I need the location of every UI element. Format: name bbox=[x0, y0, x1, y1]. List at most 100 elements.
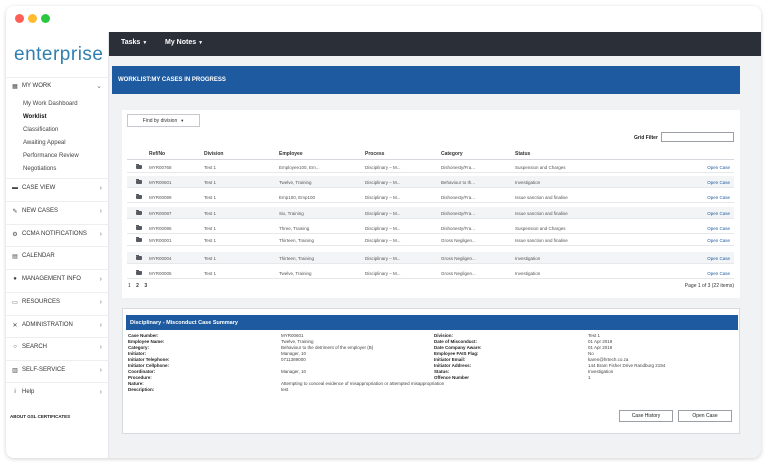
sidebar-group-my-work[interactable]: ▦ MY WORK ⌄ bbox=[6, 77, 109, 95]
tasks-menu[interactable]: Tasks ▼ bbox=[121, 39, 147, 46]
page-link-3[interactable]: 3 bbox=[144, 283, 147, 289]
sidebar-group-search[interactable]: ○ SEARCH › bbox=[6, 338, 109, 356]
summary-field-label: Date Company Aware: bbox=[434, 345, 482, 350]
cell-status: Issue sanction and finalise bbox=[515, 211, 568, 216]
caret-down-icon: ▼ bbox=[198, 40, 204, 46]
column-header-ref[interactable]: Ref/No bbox=[149, 151, 165, 157]
cell-category: Gross Negligen... bbox=[441, 271, 476, 276]
sidebar-item-performance-review[interactable]: Performance Review bbox=[23, 153, 79, 159]
table-header: Ref/No Division Employee Process Categor… bbox=[127, 147, 734, 160]
summary-field-label: Date of Misconduct: bbox=[434, 339, 478, 344]
cell-process: Disciplinary – M... bbox=[365, 226, 401, 231]
cell-status: Issue sanction and finalise bbox=[515, 195, 568, 200]
sidebar-group-case-view[interactable]: ▬ CASE VIEW › bbox=[6, 179, 109, 197]
sidebar-group-label: MANAGEMENT INFO bbox=[22, 276, 81, 282]
cell-process: Disciplinary – M... bbox=[365, 256, 401, 261]
chevron-right-icon: › bbox=[99, 343, 102, 351]
sidebar-item-worklist[interactable]: Worklist bbox=[23, 114, 47, 120]
grid-filter-input[interactable] bbox=[661, 132, 734, 142]
app-logo[interactable]: enterprise bbox=[14, 44, 104, 66]
sidebar-group-management-info[interactable]: ● MANAGEMENT INFO › bbox=[6, 270, 109, 288]
chevron-down-icon: ⌄ bbox=[96, 83, 102, 90]
open-case-link[interactable]: Open Case bbox=[707, 226, 730, 231]
open-case-link[interactable]: Open Case bbox=[707, 238, 730, 243]
cell-process: Disciplinary – M... bbox=[365, 180, 401, 185]
chevron-right-icon: › bbox=[99, 388, 102, 396]
column-header-process[interactable]: Process bbox=[365, 151, 384, 157]
sidebar-group-label: SELF-SERVICE bbox=[22, 367, 66, 373]
sidebar: enterprise ▦ MY WORK ⌄ My Work Dashboard… bbox=[6, 32, 109, 458]
sidebar-group-new-cases[interactable]: ✎ NEW CASES › bbox=[6, 202, 109, 220]
summary-field-value: 1 bbox=[588, 375, 591, 380]
table-row[interactable]: MYR00004 Test 1 Thirteen, Training Discipli… bbox=[127, 252, 734, 264]
sidebar-group-resources[interactable]: ▭ RESOURCES › bbox=[6, 293, 109, 311]
minimize-window-icon[interactable] bbox=[28, 14, 37, 23]
case-history-button[interactable]: Case History bbox=[619, 410, 673, 422]
sidebar-item-classification[interactable]: Classification bbox=[23, 127, 58, 133]
table-row[interactable]: MYR00768 Test 1 Employee100, Em... Discipli… bbox=[127, 161, 734, 173]
page-link-1[interactable]: 1 bbox=[128, 283, 131, 289]
cell-division: Test 1 bbox=[204, 211, 217, 216]
table-row[interactable]: MYR00001 Test 1 Thirteen, Training Discipli… bbox=[127, 234, 734, 246]
sidebar-group-label: MY WORK bbox=[22, 83, 52, 89]
cell-division: Test 1 bbox=[204, 256, 217, 261]
table-row[interactable]: MYR00005 Test 1 Twelve, Training Disciplina… bbox=[127, 267, 734, 279]
open-case-link[interactable]: Open Case bbox=[707, 180, 730, 185]
column-header-division[interactable]: Division bbox=[204, 151, 223, 157]
summary-field-label: Employee FAIS Flag: bbox=[434, 351, 479, 356]
sidebar-group-ccma-notifications[interactable]: ⚙ CCMA NOTIFICATIONS › bbox=[6, 225, 109, 243]
open-case-link[interactable]: Open Case bbox=[707, 165, 730, 170]
summary-field-value: 0711389000 bbox=[281, 357, 306, 362]
cell-status: Suspension and Charges bbox=[515, 226, 566, 231]
column-header-status[interactable]: Status bbox=[515, 151, 530, 157]
open-case-link[interactable]: Open Case bbox=[707, 195, 730, 200]
table-row[interactable]: MYR00087 Test 1 Six, Training Disciplinary … bbox=[127, 207, 734, 219]
sidebar-group-label: Help bbox=[22, 389, 35, 395]
table-row[interactable]: MYR00601 Test 1 Twelve, Training Disciplina… bbox=[127, 176, 734, 188]
summary-field-label: Description: bbox=[128, 387, 155, 392]
open-case-link[interactable]: Open Case bbox=[707, 211, 730, 216]
open-case-button[interactable]: Open Case bbox=[678, 410, 732, 422]
cell-employee: Emp100, Emp100 bbox=[279, 195, 316, 200]
summary-field-label: Initiator Cellphone: bbox=[128, 363, 169, 368]
cell-process: Disciplinary – M... bbox=[365, 271, 401, 276]
calendar-icon: ▤ bbox=[12, 253, 18, 260]
column-header-employee[interactable]: Employee bbox=[279, 151, 303, 157]
page-title: WORKLIST:MY CASES IN PROGRESS bbox=[118, 77, 226, 83]
summary-field-value: 144 Bram Fisher Drive Randburg 2194 bbox=[588, 363, 666, 368]
folder-icon bbox=[136, 179, 142, 184]
cell-division: Test 1 bbox=[204, 238, 217, 243]
chevron-right-icon: › bbox=[99, 184, 102, 192]
table-row[interactable]: MYR00099 Test 1 Emp100, Emp100 Disciplinary… bbox=[127, 191, 734, 203]
sidebar-group-calendar[interactable]: ▤ CALENDAR bbox=[6, 247, 109, 265]
sidebar-item-my-work-dashboard[interactable]: My Work Dashboard bbox=[23, 101, 78, 107]
cell-division: Test 1 bbox=[204, 226, 217, 231]
cell-employee: Three, Training bbox=[279, 226, 310, 231]
cell-division: Test 1 bbox=[204, 165, 217, 170]
folder-open-icon: ▭ bbox=[12, 299, 18, 306]
open-case-link[interactable]: Open Case bbox=[707, 256, 730, 261]
sidebar-item-awaiting-appeal[interactable]: Awaiting Appeal bbox=[23, 140, 66, 146]
column-header-category[interactable]: Category bbox=[441, 151, 463, 157]
open-case-link[interactable]: Open Case bbox=[707, 271, 730, 276]
about-certificates-link[interactable]: ABOUT GSL CERTIFICATES bbox=[10, 414, 70, 419]
folder-icon bbox=[136, 237, 142, 242]
cell-process: Disciplinary – M... bbox=[365, 165, 401, 170]
cell-category: Dishonesty/Fra... bbox=[441, 165, 476, 170]
cell-employee: Thirteen, Training bbox=[279, 256, 315, 261]
cell-process: Disciplinary – M... bbox=[365, 238, 401, 243]
maximize-window-icon[interactable] bbox=[41, 14, 50, 23]
sidebar-group-administration[interactable]: ✕ ADMINISTRATION › bbox=[6, 316, 109, 334]
case-summary-panel: Disciplinary - Misconduct Case Summary C… bbox=[122, 308, 740, 434]
my-notes-menu[interactable]: My Notes ▼ bbox=[165, 39, 203, 46]
table-row[interactable]: MYR00086 Test 1 Three, Training Disciplinar… bbox=[127, 222, 734, 234]
cell-category: Dishonesty/Fra... bbox=[441, 195, 476, 200]
top-menu-bar: Tasks ▼ My Notes ▼ bbox=[109, 32, 761, 56]
sidebar-group-self-service[interactable]: ▥ SELF-SERVICE › bbox=[6, 361, 109, 379]
sidebar-item-negotiations[interactable]: Negotiations bbox=[23, 166, 56, 172]
find-by-division-dropdown[interactable]: Find by division ▼ bbox=[127, 114, 200, 127]
summary-field-value: Manager, 10 bbox=[281, 369, 307, 374]
page-link-2[interactable]: 2 bbox=[136, 283, 139, 289]
close-window-icon[interactable] bbox=[15, 14, 24, 23]
sidebar-group-help[interactable]: i Help › bbox=[6, 383, 109, 401]
